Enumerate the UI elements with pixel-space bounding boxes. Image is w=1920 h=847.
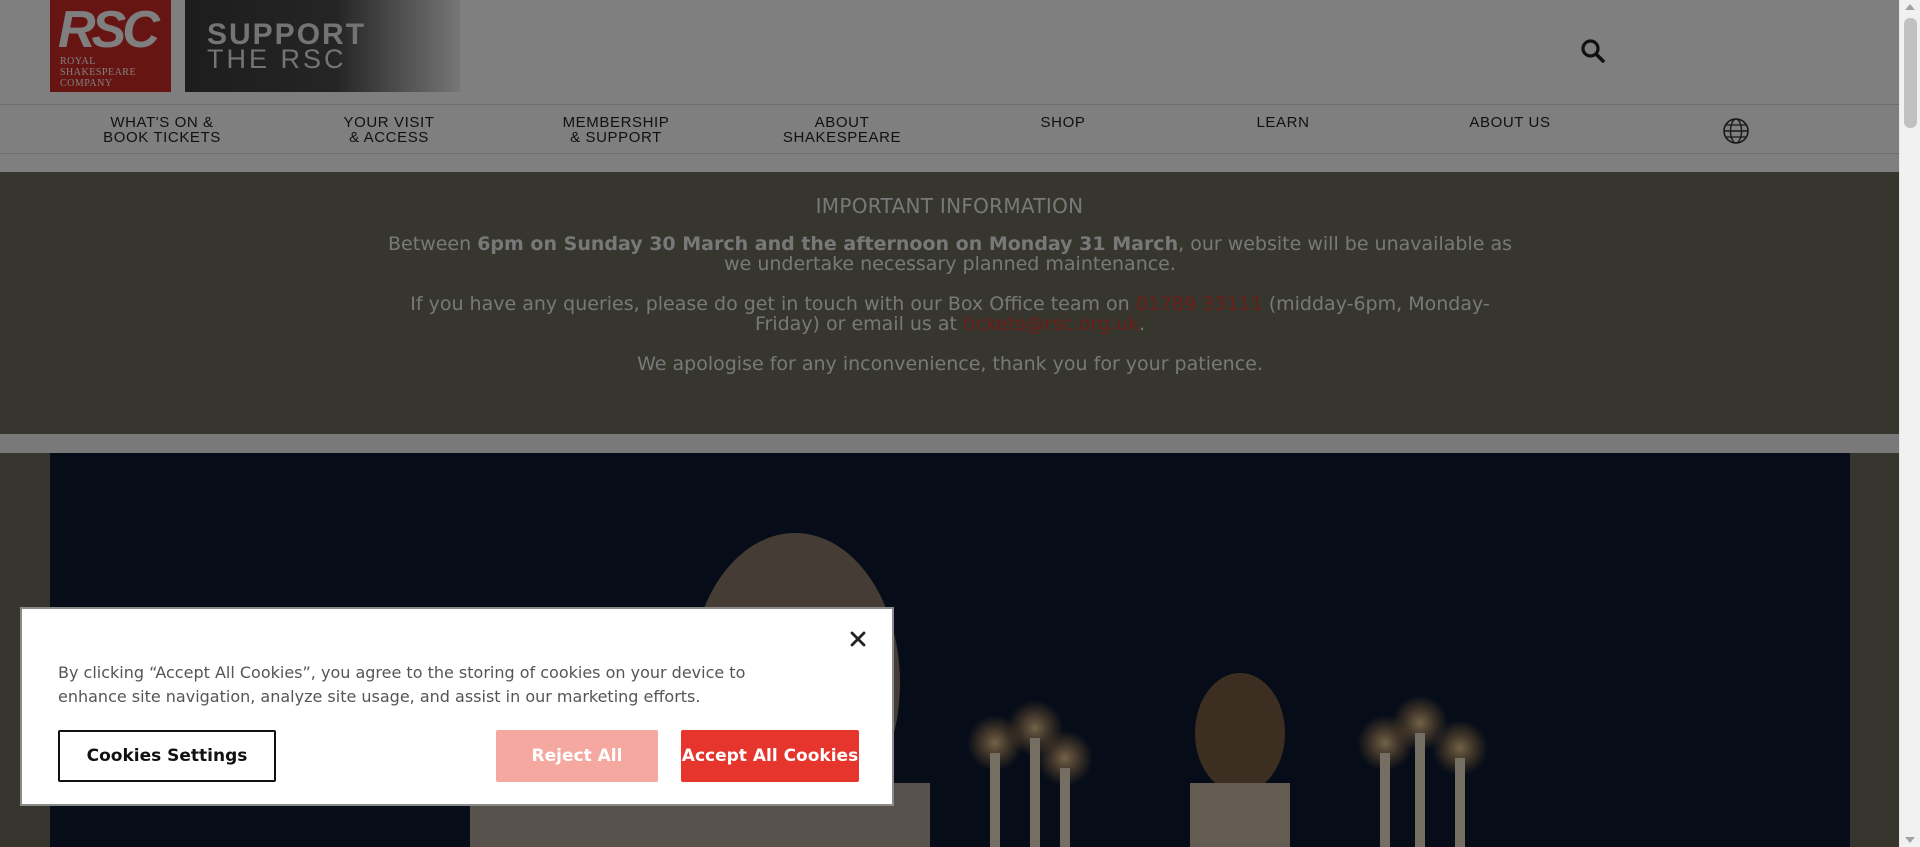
page-scrollbar[interactable] [1899, 0, 1920, 847]
cookie-consent-dialog: By clicking “Accept All Cookies”, you ag… [20, 607, 894, 806]
close-icon[interactable] [844, 625, 872, 653]
scroll-down-arrow-icon[interactable] [1905, 837, 1915, 843]
reject-all-button[interactable]: Reject All [496, 730, 658, 782]
cookies-settings-button[interactable]: Cookies Settings [58, 730, 276, 782]
cookie-message: By clicking “Accept All Cookies”, you ag… [58, 663, 746, 706]
scroll-up-arrow-icon[interactable] [1905, 4, 1915, 10]
accept-all-cookies-button[interactable]: Accept All Cookies [681, 730, 859, 782]
scrollbar-thumb[interactable] [1904, 18, 1917, 128]
